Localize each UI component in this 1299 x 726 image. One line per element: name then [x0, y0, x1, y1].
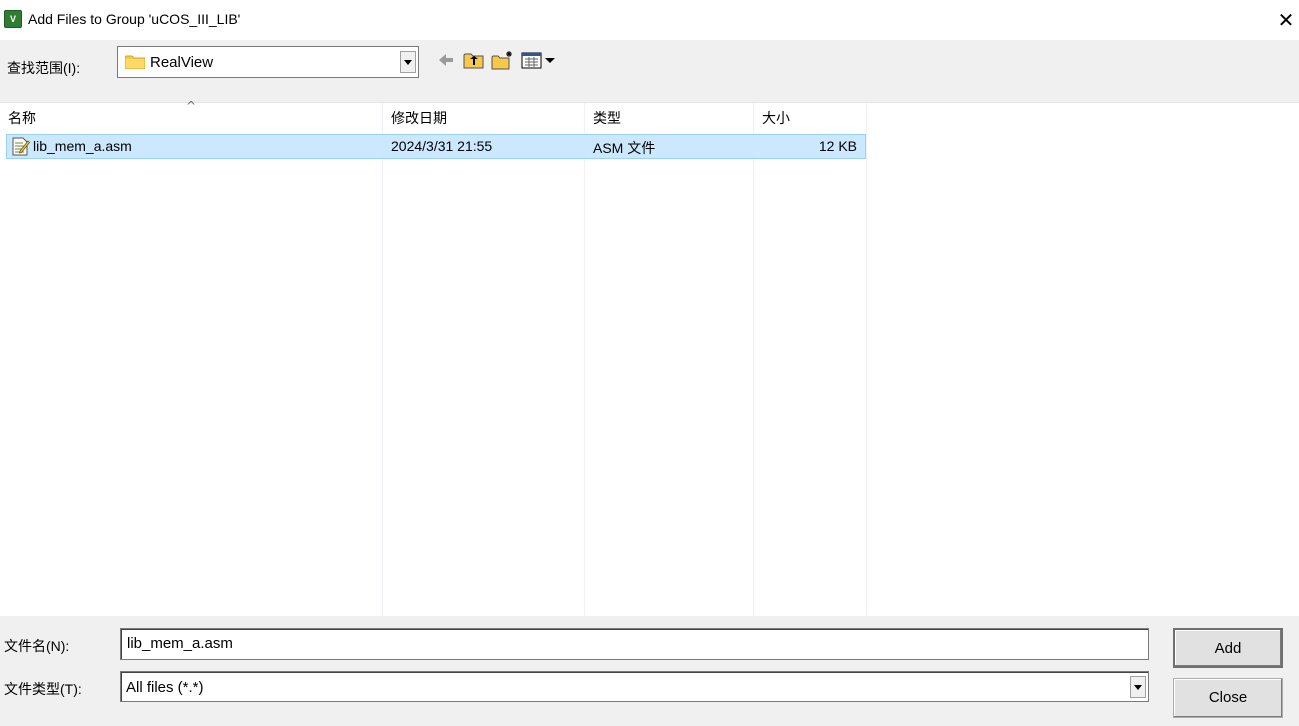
- new-folder-icon[interactable]: [491, 50, 515, 70]
- file-name-input[interactable]: lib_mem_a.asm: [120, 628, 1149, 660]
- up-folder-icon[interactable]: [463, 50, 485, 70]
- view-menu-icon[interactable]: [521, 50, 557, 70]
- add-button[interactable]: Add: [1173, 628, 1283, 668]
- column-header-modified[interactable]: 修改日期: [383, 103, 584, 133]
- window-title: Add Files to Group 'uCOS_III_LIB': [28, 11, 241, 27]
- column-header-size[interactable]: 大小: [754, 103, 866, 133]
- file-type-combobox[interactable]: All files (*.*): [120, 671, 1149, 702]
- app-icon: V: [4, 10, 22, 28]
- title-bar: V Add Files to Group 'uCOS_III_LIB' ✕: [0, 0, 1299, 40]
- file-type-label: 文件类型(T):: [4, 681, 82, 697]
- file-size-cell: 12 KB: [818, 138, 857, 154]
- back-arrow-icon[interactable]: [437, 50, 455, 70]
- column-divider: [753, 103, 754, 617]
- sort-ascending-icon: ^: [186, 99, 197, 113]
- look-in-dropdown-button[interactable]: [400, 51, 416, 73]
- file-list[interactable]: 名称 ^ 修改日期 类型 大小 lib_mem_a.asm 2024/3/31 …: [0, 99, 1299, 617]
- file-modified-cell: 2024/3/31 21:55: [391, 138, 493, 154]
- file-type-cell: ASM 文件: [593, 140, 656, 156]
- close-button[interactable]: Close: [1173, 678, 1283, 718]
- file-type-dropdown-button[interactable]: [1130, 676, 1146, 698]
- look-in-label: 查找范围(I):: [7, 60, 81, 76]
- file-name-label: 文件名(N):: [4, 638, 70, 654]
- table-row[interactable]: lib_mem_a.asm 2024/3/31 21:55 ASM 文件 12 …: [6, 134, 866, 159]
- asm-file-icon: [12, 137, 30, 156]
- column-divider: [584, 103, 585, 617]
- look-in-value: RealView: [150, 54, 214, 71]
- folder-icon: [125, 55, 145, 69]
- column-header-type[interactable]: 类型: [585, 103, 753, 133]
- look-in-combobox[interactable]: RealView: [117, 46, 419, 78]
- file-type-value: All files (*.*): [126, 679, 204, 696]
- file-name-cell: lib_mem_a.asm: [33, 138, 132, 154]
- close-window-button[interactable]: ✕: [1272, 6, 1299, 34]
- column-divider: [382, 103, 383, 617]
- column-divider: [866, 103, 867, 617]
